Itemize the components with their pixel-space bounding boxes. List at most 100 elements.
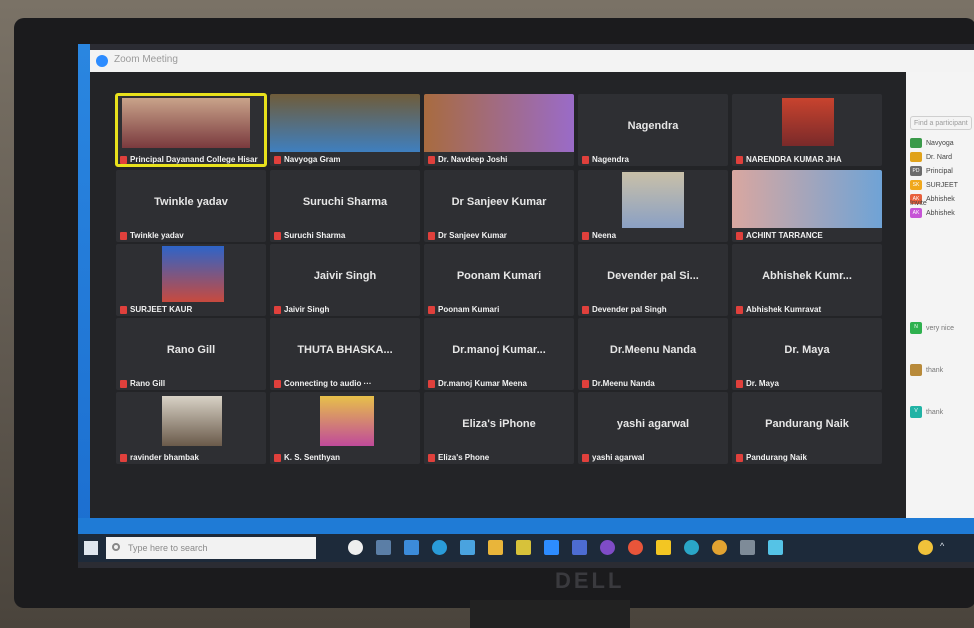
mail-icon[interactable] xyxy=(404,540,419,555)
participant-tile[interactable]: NARENDRA KUMAR JHA xyxy=(732,94,882,166)
edge-icon[interactable] xyxy=(432,540,447,555)
app-icon[interactable] xyxy=(600,540,615,555)
muted-mic-icon xyxy=(736,453,743,462)
participant-tile[interactable]: Dr Sanjeev Kumar Dr Sanjeev Kumar xyxy=(424,170,574,242)
participant-caption-text: Rano Gill xyxy=(130,379,166,388)
browser-icon[interactable] xyxy=(684,540,699,555)
muted-mic-icon xyxy=(736,231,743,240)
zoom-active-icon[interactable] xyxy=(768,540,783,555)
participant-caption: Twinkle yadav xyxy=(120,231,184,240)
desktop-background-bottom xyxy=(78,518,974,534)
participant-caption-text: Poonam Kumari xyxy=(438,305,500,314)
participant-tile[interactable]: yashi agarwal yashi agarwal xyxy=(578,392,728,464)
participant-caption: Poonam Kumari xyxy=(428,305,499,314)
muted-mic-icon xyxy=(736,155,743,164)
participant-caption-text: Nagendra xyxy=(592,155,629,164)
participant-list-item[interactable]: Navyoga xyxy=(910,138,954,148)
participant-caption: Devender pal Singh xyxy=(582,305,667,314)
chat-message-text: very nice xyxy=(926,324,955,332)
participant-display-name: Dr.manoj Kumar... xyxy=(452,344,546,356)
participant-tile[interactable]: Principal Dayanand College Hisar xyxy=(115,93,267,167)
store-icon[interactable] xyxy=(460,540,475,555)
participant-caption: Abhishek Kumravat xyxy=(736,305,821,314)
folder-icon[interactable] xyxy=(656,540,671,555)
participant-list-item[interactable]: PD Principal xyxy=(910,166,953,176)
participant-tile[interactable]: K. S. Senthyan xyxy=(270,392,420,464)
participant-tile[interactable]: Suruchi Sharma Suruchi Sharma xyxy=(270,170,420,242)
muted-mic-icon xyxy=(428,453,435,462)
muted-mic-icon xyxy=(428,379,435,388)
taskbar: Type here to search ^ xyxy=(78,534,974,562)
participant-display-name: Poonam Kumari xyxy=(456,270,542,282)
participant-caption: Dr. Maya xyxy=(736,379,779,388)
sticky-notes-icon[interactable] xyxy=(516,540,531,555)
participant-caption-text: Principal Dayanand College Hisar xyxy=(130,155,258,164)
participant-caption: yashi agarwal xyxy=(582,453,644,462)
participant-display-name: Dr.Meenu Nanda xyxy=(609,344,697,356)
participant-tile[interactable]: Nagendra Nagendra xyxy=(578,94,728,166)
participant-tile[interactable]: Devender pal Si... Devender pal Singh xyxy=(578,244,728,316)
participant-tile[interactable]: Poonam Kumari Poonam Kumari xyxy=(424,244,574,316)
participant-tile[interactable]: ACHINT TARRANCE xyxy=(732,170,882,242)
participant-tile[interactable]: Dr.Meenu Nanda Dr.Meenu Nanda xyxy=(578,318,728,390)
participant-caption-text: Dr.manoj Kumar Meena xyxy=(438,379,527,388)
muted-mic-icon xyxy=(274,155,281,164)
muted-mic-icon xyxy=(582,231,589,240)
participant-caption-text: Neena xyxy=(592,231,617,240)
participant-tile[interactable]: Neena xyxy=(578,170,728,242)
participant-tile[interactable]: Twinkle yadav Twinkle yadav xyxy=(116,170,266,242)
participant-display-name: Devender pal Si... xyxy=(607,270,699,282)
participant-search-input[interactable]: Find a participant xyxy=(910,116,972,130)
word-icon[interactable] xyxy=(572,540,587,555)
participant-caption: Neena xyxy=(582,231,616,240)
taskbar-search-input[interactable]: Type here to search xyxy=(106,537,316,559)
participant-tile[interactable]: Pandurang Naik Pandurang Naik xyxy=(732,392,882,464)
participant-tile[interactable]: SURJEET KAUR xyxy=(116,244,266,316)
narendra-photo xyxy=(782,98,834,146)
invite-link[interactable]: Invite xyxy=(910,200,927,207)
firefox-icon[interactable] xyxy=(628,540,643,555)
participant-caption: NARENDRA KUMAR JHA xyxy=(736,155,842,164)
participant-list-name: Navyoga xyxy=(926,139,954,147)
participant-display-name: Abhishek Kumr... xyxy=(762,270,852,282)
participant-tile[interactable]: ravinder bhambak xyxy=(116,392,266,464)
muted-mic-icon xyxy=(120,305,127,314)
muted-mic-icon xyxy=(120,453,127,462)
chrome-icon[interactable] xyxy=(712,540,727,555)
participant-list-item[interactable]: SK SURJEET xyxy=(910,180,958,190)
participant-list-item[interactable]: AK Abhishek xyxy=(910,208,955,218)
participant-tile[interactable]: Dr. Maya Dr. Maya xyxy=(732,318,882,390)
participant-tile[interactable]: THUTA BHASKA... Connecting to audio ··· xyxy=(270,318,420,390)
task-view-icon[interactable] xyxy=(348,540,363,555)
chat-message: Nvery nice xyxy=(910,322,954,334)
participant-tile[interactable]: Jaivir Singh Jaivir Singh xyxy=(270,244,420,316)
dell-logo: DELL xyxy=(555,568,625,593)
participant-caption: ravinder bhambak xyxy=(120,453,199,462)
muted-mic-icon xyxy=(736,305,743,314)
participant-caption: SURJEET KAUR xyxy=(120,305,192,314)
participant-caption-text: ravinder bhambak xyxy=(130,453,199,462)
weather-icon[interactable] xyxy=(918,540,933,555)
file-explorer-icon[interactable] xyxy=(488,540,503,555)
chat-message-text: thank xyxy=(926,366,944,374)
participant-caption: Dr.Meenu Nanda xyxy=(582,379,655,388)
participant-caption: Rano Gill xyxy=(120,379,165,388)
avatar: PD xyxy=(910,166,922,176)
muted-mic-icon xyxy=(428,155,435,164)
tray-chevron-icon[interactable]: ^ xyxy=(940,541,944,551)
muted-mic-icon xyxy=(582,453,589,462)
participant-display-name: Dr. Maya xyxy=(784,344,830,356)
participant-tile[interactable]: Navyoga Gram xyxy=(270,94,420,166)
muted-mic-icon xyxy=(428,231,435,240)
participant-tile[interactable]: Dr.manoj Kumar... Dr.manoj Kumar Meena xyxy=(424,318,574,390)
participant-tile[interactable]: Dr. Navdeep Joshi xyxy=(424,94,574,166)
zoom-taskbar-icon[interactable] xyxy=(544,540,559,555)
windows-start-icon[interactable] xyxy=(84,541,98,555)
participant-list-item[interactable]: Dr. Nard xyxy=(910,152,952,162)
muted-mic-icon xyxy=(274,231,281,240)
participant-tile[interactable]: Eliza's iPhone Eliza's Phone xyxy=(424,392,574,464)
calculator-icon[interactable] xyxy=(740,540,755,555)
participant-tile[interactable]: Abhishek Kumr... Abhishek Kumravat xyxy=(732,244,882,316)
widgets-icon[interactable] xyxy=(376,540,391,555)
participant-tile[interactable]: Rano Gill Rano Gill xyxy=(116,318,266,390)
